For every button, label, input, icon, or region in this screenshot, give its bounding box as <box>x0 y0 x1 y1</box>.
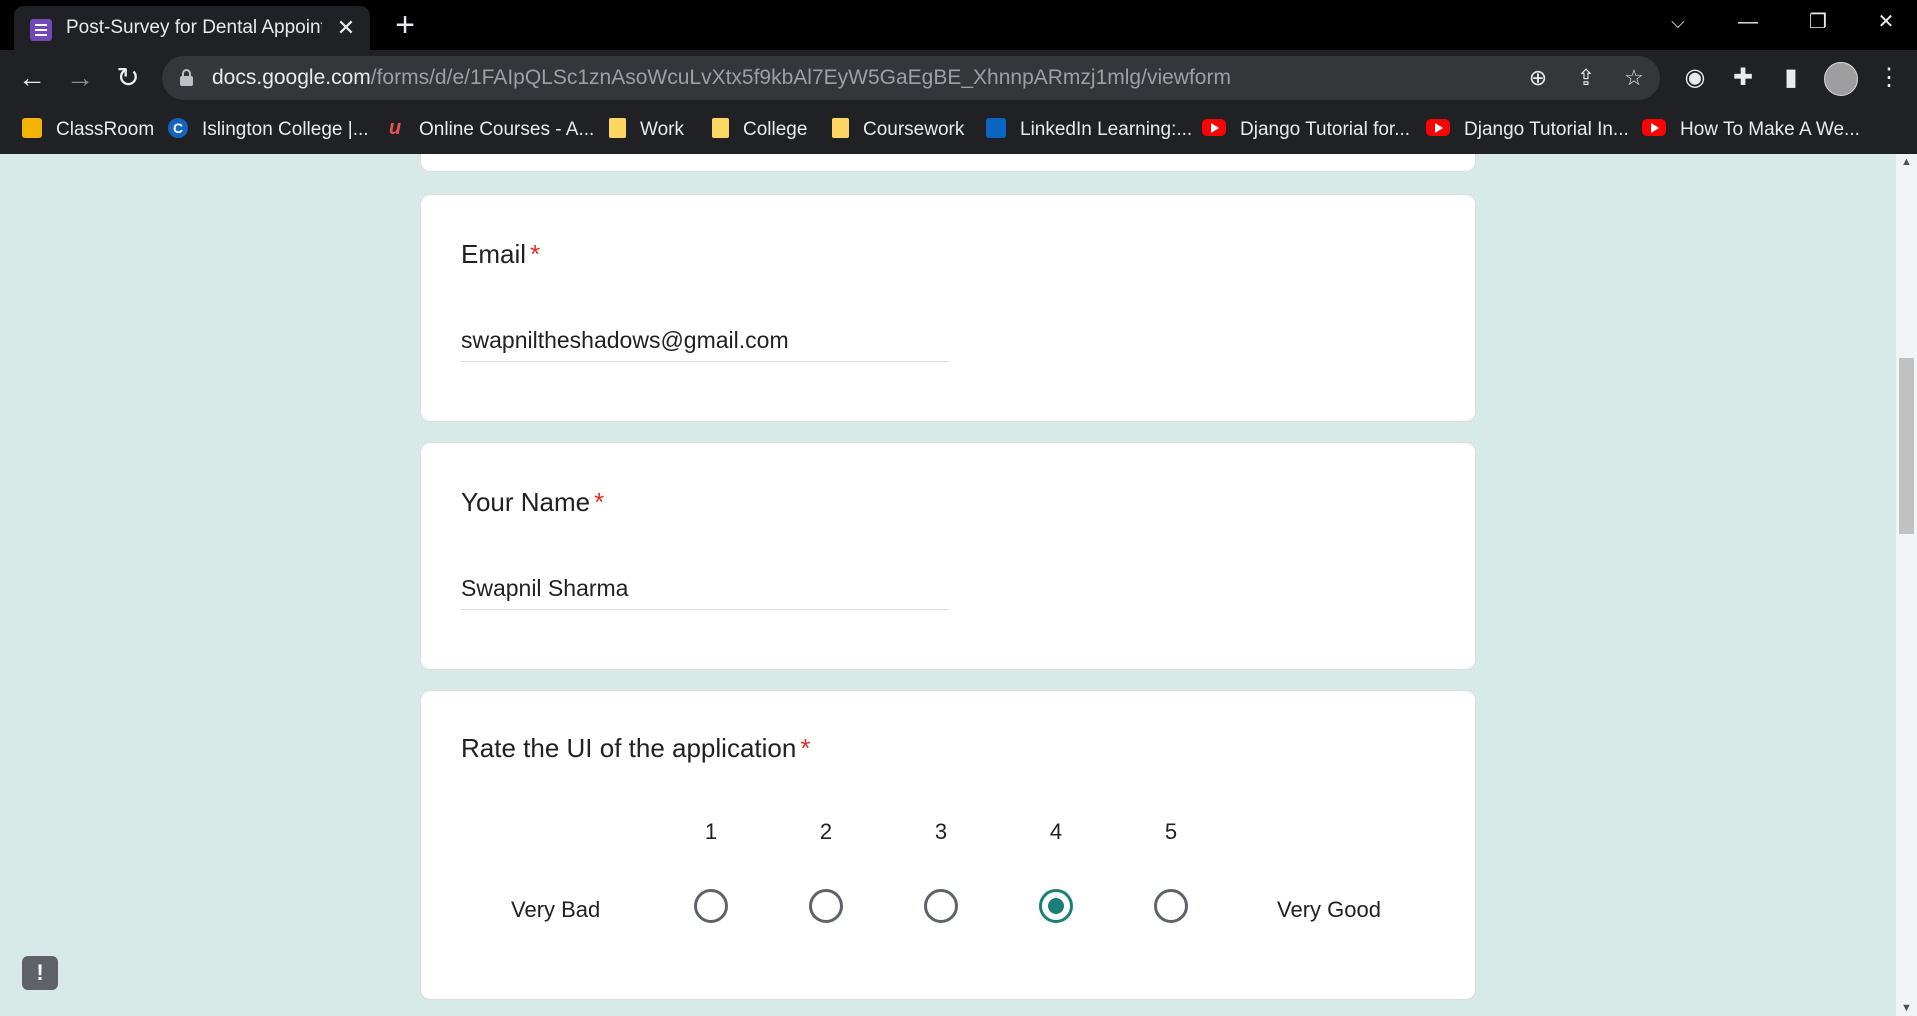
tab-strip: Post-Survey for Dental Appointm ✕ + ⌵ — … <box>0 0 1917 50</box>
rating-radio-5[interactable] <box>1154 889 1188 923</box>
rating-radio-3[interactable] <box>924 889 958 923</box>
extension-icon[interactable]: ◉ <box>1678 61 1712 95</box>
bookmark-label: How To Make A We... <box>1680 119 1860 140</box>
share-icon[interactable]: ⇪ <box>1570 62 1602 94</box>
bookmark-classroom[interactable]: ClassRoom <box>22 106 154 154</box>
lock-icon[interactable] <box>180 69 193 86</box>
scale-option-label: 1 <box>704 819 718 844</box>
bookmark-how-to-make[interactable]: How To Make A We... <box>1642 106 1860 154</box>
bookmark-label: Django Tutorial In... <box>1464 119 1629 140</box>
scroll-down-icon[interactable]: ▼ <box>1896 1000 1917 1016</box>
bookmark-label: ClassRoom <box>56 119 155 140</box>
youtube-icon <box>1426 119 1450 137</box>
side-panel-icon[interactable]: ▮ <box>1774 61 1808 95</box>
bookmark-label: College <box>743 119 808 140</box>
menu-kebab-icon[interactable]: ⋮ <box>1872 61 1906 95</box>
bookmark-label: Coursework <box>863 119 965 140</box>
bookmark-linkedin-learning[interactable]: LinkedIn Learning:... <box>986 106 1192 154</box>
youtube-icon <box>1202 119 1226 137</box>
close-tab-icon[interactable]: ✕ <box>334 16 358 40</box>
rating-radio-2[interactable] <box>809 889 843 923</box>
rating-question-title: Rate the UI of the application * <box>461 733 810 764</box>
bookmark-star-icon[interactable]: ☆ <box>1618 62 1650 94</box>
required-asterisk: * <box>530 239 541 269</box>
scale-option-label: 4 <box>1049 819 1063 844</box>
scale-high-label: Very Good <box>1277 897 1381 922</box>
question-label: Your Name <box>461 487 591 517</box>
bookmark-label: Django Tutorial for... <box>1240 119 1411 140</box>
browser-tab[interactable]: Post-Survey for Dental Appointm ✕ <box>14 6 370 50</box>
folder-icon <box>609 117 626 138</box>
rating-question-card: Rate the UI of the application * Very Bad… <box>420 690 1476 1000</box>
url-text[interactable]: docs.google.com/forms/d/e/1FAIpQLSc1znAs… <box>212 56 1231 100</box>
bookmarks-bar: ClassRoom C Islington College |... u Onlin… <box>0 106 1917 154</box>
reload-button[interactable]: ↻ <box>110 60 146 96</box>
google-classroom-icon <box>22 117 42 138</box>
question-label: Email <box>461 239 527 269</box>
email-question-card: Email * swapniltheshadows@gmail.com <box>420 194 1476 422</box>
bookmark-islington[interactable]: C Islington College |... <box>168 106 369 154</box>
form-page: Email * swapniltheshadows@gmail.com Your … <box>0 154 1917 1016</box>
new-tab-button[interactable]: + <box>388 8 422 42</box>
scale-low-label: Very Bad <box>511 897 601 922</box>
linkedin-learning-icon <box>986 117 1006 138</box>
minimize-button[interactable]: — <box>1718 0 1778 44</box>
name-question-card: Your Name * Swapnil Sharma <box>420 442 1476 670</box>
scroll-up-icon[interactable]: ▲ <box>1896 154 1917 170</box>
url-path: /forms/d/e/1FAIpQLSc1znAsoWcuLvXtx5f9kbA… <box>370 66 1231 89</box>
required-asterisk: * <box>594 487 605 517</box>
bookmark-college[interactable]: College <box>712 106 807 154</box>
islington-icon: C <box>168 117 188 138</box>
scale-option-label: 2 <box>819 819 833 844</box>
back-button[interactable]: ← <box>14 60 50 96</box>
email-field[interactable]: swapniltheshadows@gmail.com <box>461 323 949 362</box>
bookmark-label: Islington College |... <box>202 119 369 140</box>
rating-radio-1[interactable] <box>694 889 728 923</box>
scale-option-label: 5 <box>1164 819 1178 844</box>
tab-title: Post-Survey for Dental Appointm <box>66 17 322 38</box>
bookmark-coursework[interactable]: Coursework <box>832 106 964 154</box>
email-question-title: Email * <box>461 239 540 270</box>
forward-button[interactable]: → <box>62 60 98 96</box>
browser-toolbar: ← → ↻ docs.google.com/forms/d/e/1FAIpQLS… <box>0 50 1917 106</box>
bookmark-django-1[interactable]: Django Tutorial for... <box>1202 106 1410 154</box>
udemy-icon: u <box>388 116 402 139</box>
required-asterisk: * <box>800 733 811 763</box>
name-question-title: Your Name * <box>461 487 604 518</box>
address-bar[interactable]: docs.google.com/forms/d/e/1FAIpQLSc1znAs… <box>162 56 1660 100</box>
name-field[interactable]: Swapnil Sharma <box>461 571 949 610</box>
folder-icon <box>712 117 729 138</box>
scrollbar-thumb[interactable] <box>1899 358 1914 534</box>
page-scrollbar[interactable]: ▲ ▼ <box>1896 154 1917 1016</box>
url-host: docs.google.com <box>212 66 371 89</box>
tab-search-icon[interactable]: ⌵ <box>1648 0 1708 44</box>
question-label: Rate the UI of the application <box>461 733 797 763</box>
previous-question-card <box>420 154 1476 172</box>
close-window-button[interactable]: ✕ <box>1856 0 1916 44</box>
bookmark-label: LinkedIn Learning:... <box>1020 119 1193 140</box>
scale-option-label: 3 <box>934 819 948 844</box>
extensions-puzzle-icon[interactable]: ✚ <box>1726 61 1760 95</box>
youtube-icon <box>1642 119 1666 137</box>
google-forms-icon <box>30 19 52 41</box>
profile-avatar[interactable] <box>1824 62 1858 96</box>
bookmark-label: Work <box>640 119 684 140</box>
zoom-icon[interactable]: ⊕ <box>1522 62 1554 94</box>
bookmark-work[interactable]: Work <box>609 106 684 154</box>
bookmark-online-courses[interactable]: u Online Courses - A... <box>385 106 594 154</box>
bookmark-django-2[interactable]: Django Tutorial In... <box>1426 106 1629 154</box>
rating-radio-4[interactable] <box>1039 889 1073 923</box>
report-feedback-icon[interactable]: ! <box>22 956 58 990</box>
bookmark-label: Online Courses - A... <box>419 119 595 140</box>
folder-icon <box>832 117 849 138</box>
restore-button[interactable]: ❐ <box>1788 0 1848 44</box>
